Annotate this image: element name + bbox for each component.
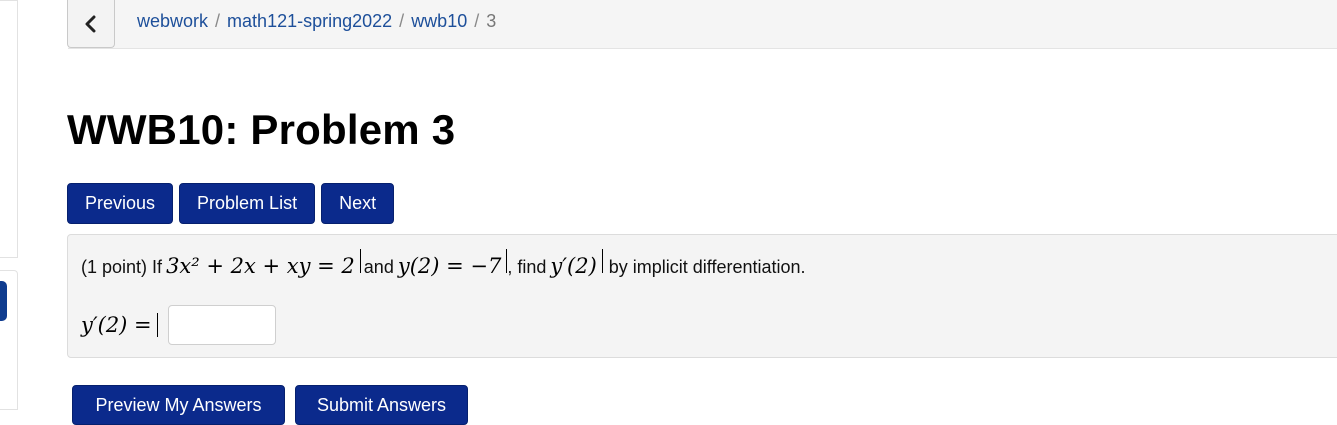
sidebar-toggle-tab[interactable] bbox=[0, 281, 7, 321]
breadcrumb: webwork / math121-spring2022 / wwb10 / 3 bbox=[137, 11, 496, 32]
answer-input[interactable] bbox=[167, 305, 276, 345]
problem-nav-buttons: Previous Problem List Next bbox=[67, 183, 395, 224]
problem-statement: (1 point) If 3x² + 2x + xy = 2 and y(2) … bbox=[81, 249, 806, 278]
back-button[interactable] bbox=[67, 0, 115, 48]
answer-action-buttons: Preview My Answers Submit Answers bbox=[72, 385, 468, 425]
chevron-left-icon bbox=[85, 15, 96, 32]
problem-body: (1 point) If 3x² + 2x + xy = 2 and y(2) … bbox=[67, 234, 1337, 358]
next-button[interactable]: Next bbox=[321, 183, 395, 224]
problem-text-find: , find bbox=[507, 257, 547, 277]
previous-button[interactable]: Previous bbox=[67, 183, 174, 224]
math-cursor-mark bbox=[156, 313, 158, 337]
math-cursor-mark bbox=[601, 249, 603, 273]
breadcrumb-link-set[interactable]: wwb10 bbox=[411, 11, 467, 32]
submit-answers-button[interactable]: Submit Answers bbox=[295, 385, 468, 425]
preview-answers-button[interactable]: Preview My Answers bbox=[72, 385, 285, 425]
problem-text-and: and bbox=[363, 257, 394, 277]
math-cursor-mark bbox=[359, 249, 361, 273]
breadcrumb-current: 3 bbox=[486, 11, 497, 31]
left-sidebar-panel bbox=[0, 0, 18, 258]
breadcrumb-separator: / bbox=[399, 11, 405, 31]
problem-list-button[interactable]: Problem List bbox=[179, 183, 316, 224]
problem-text-if: If bbox=[152, 257, 163, 277]
problem-equation: 3x² + 2x + xy = 2 bbox=[166, 254, 355, 278]
problem-initial-condition: y(2) = −7 bbox=[397, 254, 502, 278]
answer-label: y′(2) = bbox=[81, 313, 152, 337]
problem-target: y′(2) bbox=[550, 254, 597, 278]
page-title: WWB10: Problem 3 bbox=[67, 106, 456, 153]
problem-points: (1 point) bbox=[81, 257, 148, 277]
breadcrumb-link-webwork[interactable]: webwork bbox=[137, 11, 208, 32]
breadcrumb-separator: / bbox=[215, 11, 221, 31]
breadcrumb-link-course[interactable]: math121-spring2022 bbox=[227, 11, 392, 32]
problem-text-method: by implicit differentiation. bbox=[608, 257, 806, 277]
answer-row: y′(2) = bbox=[81, 305, 276, 345]
breadcrumb-separator: / bbox=[474, 11, 480, 31]
